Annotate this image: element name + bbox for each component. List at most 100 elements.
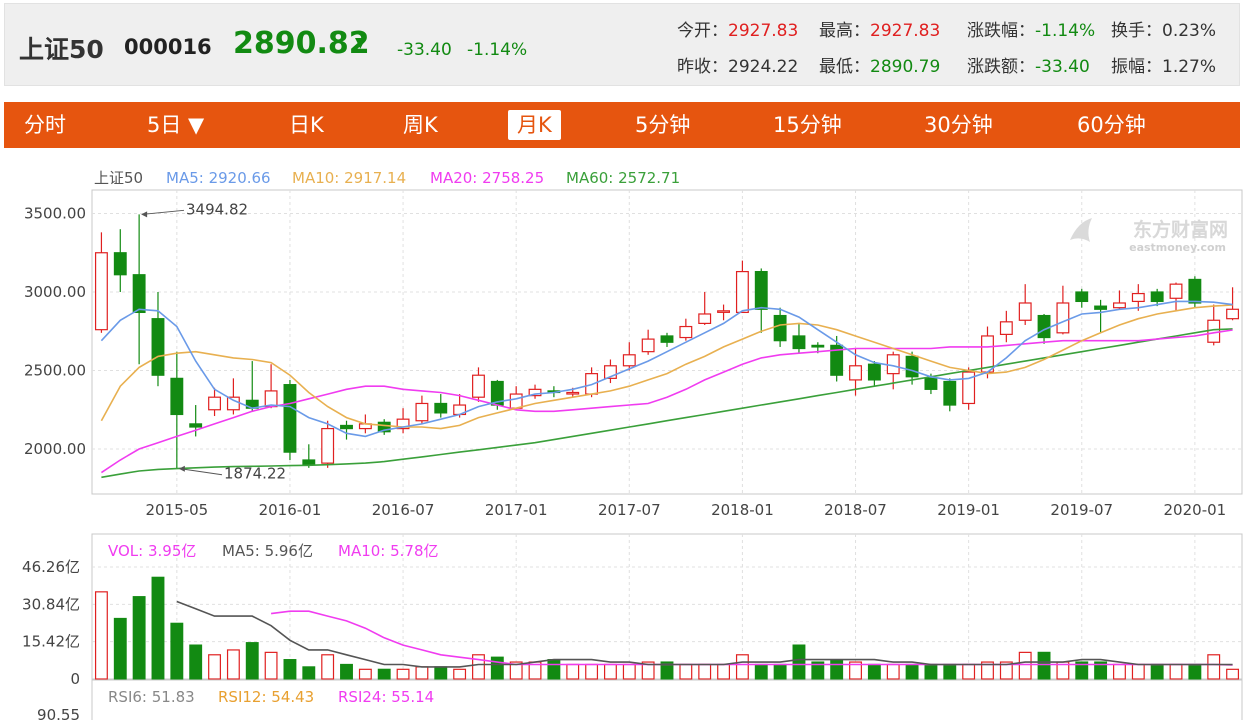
price-legend-item: 上证50	[94, 169, 143, 187]
price-legend-item: MA20: 2758.25	[430, 169, 544, 187]
volume-tick-label: 30.84亿	[22, 595, 80, 613]
candle-body	[189, 423, 203, 428]
candle-body	[509, 393, 523, 409]
candle-body	[1226, 308, 1240, 320]
candle-body	[1094, 305, 1108, 310]
volume-bar	[132, 596, 146, 680]
candle-body	[321, 427, 335, 464]
volume-bar	[94, 591, 108, 680]
volume-bar	[905, 663, 919, 680]
date-tick-label: 2017-07	[598, 501, 661, 519]
candle-body	[717, 310, 731, 313]
watermark-logo-text: 东方财富网	[1133, 218, 1228, 241]
volume-bar	[717, 663, 731, 680]
volume-bar	[453, 668, 467, 680]
candle-body	[415, 402, 429, 422]
kline-chart: 3500.00 3000.00 2500.00 2000.00 2015-05 2016-…	[22, 169, 1243, 720]
volume-bar	[679, 663, 693, 680]
candle-body	[566, 391, 580, 395]
candle-body	[849, 365, 862, 381]
candle-body	[735, 270, 749, 314]
volume-bar	[490, 656, 504, 680]
volume-bar	[754, 663, 768, 680]
volume-bar	[1169, 663, 1183, 680]
candle-body	[1188, 278, 1202, 304]
candle-body	[1150, 291, 1164, 303]
candle-body	[792, 335, 806, 350]
volume-legend-item: MA10: 5.78亿	[338, 542, 439, 560]
volume-bar	[321, 654, 335, 680]
volume-bar	[377, 668, 391, 680]
candle-body	[999, 321, 1013, 335]
volume-bar	[1150, 663, 1164, 680]
candle-body	[132, 274, 146, 314]
price-legend-item: MA10: 2917.14	[292, 169, 406, 187]
candle-body	[1207, 319, 1221, 343]
volume-bar	[867, 663, 881, 680]
volume-bar	[830, 659, 844, 680]
low-annotation-label: 1874.22	[224, 465, 286, 483]
rsi-legend-item: RSI6: 51.83	[108, 688, 195, 706]
candle-body	[886, 354, 900, 375]
volume-bar	[585, 663, 599, 680]
price-tick-label: 3000.00	[24, 283, 86, 301]
high-annotation-label: 3494.82	[186, 200, 248, 218]
volume-bar	[622, 663, 636, 680]
candle-body	[1075, 291, 1089, 303]
volume-bar	[566, 663, 580, 680]
volume-bar	[962, 663, 976, 680]
candle-body	[905, 355, 919, 378]
volume-bar	[943, 663, 957, 680]
volume-bar	[603, 663, 617, 680]
volume-bar	[170, 622, 184, 680]
volume-bar	[1018, 651, 1032, 680]
volume-bar	[924, 663, 938, 680]
volume-bar	[547, 659, 561, 680]
volume-bar	[1226, 668, 1240, 680]
date-tick-label: 2018-01	[711, 501, 774, 519]
candle-body	[641, 338, 655, 353]
candle-body	[773, 314, 787, 342]
volume-bar	[886, 663, 900, 680]
volume-bar	[415, 666, 429, 680]
volume-bar	[264, 651, 278, 680]
candle-body	[679, 325, 693, 339]
candle-body	[622, 354, 636, 367]
candle-body	[340, 424, 353, 430]
volume-bar	[340, 663, 353, 680]
date-tick-label: 2019-01	[937, 501, 1000, 519]
date-tick-label: 2015-05	[145, 501, 208, 519]
volume-bar	[189, 644, 203, 680]
volume-tick-label: 46.26亿	[22, 558, 80, 576]
date-tick-label: 2017-01	[485, 501, 548, 519]
candle-body	[698, 313, 712, 325]
price-tick-label: 3500.00	[24, 205, 86, 223]
date-tick-label: 2018-07	[824, 501, 887, 519]
volume-bar	[396, 668, 410, 680]
date-tick-label: 2016-01	[259, 501, 322, 519]
candle-body	[1169, 283, 1183, 299]
volume-bar	[735, 654, 749, 680]
candle-body	[1113, 302, 1126, 309]
candle-body	[226, 396, 240, 411]
candle-body	[434, 402, 448, 414]
candle-body	[1037, 314, 1051, 339]
volume-bar	[245, 642, 259, 680]
volume-bar	[1131, 663, 1145, 680]
candle-body	[283, 384, 297, 453]
candle-body	[943, 380, 957, 406]
price-legend-item: MA5: 2920.66	[166, 169, 271, 187]
volume-tick-label: 15.42亿	[22, 633, 80, 651]
candle-body	[1131, 292, 1145, 303]
rsi-tick-label: 90.55	[37, 706, 80, 720]
candle-body	[151, 318, 165, 376]
date-tick-label: 2016-07	[372, 501, 435, 519]
candle-body	[94, 252, 108, 331]
volume-bar	[698, 663, 712, 680]
price-tick-label: 2500.00	[24, 362, 86, 380]
volume-bar	[792, 644, 806, 680]
volume-bar	[302, 666, 316, 680]
price-tick-label: 2000.00	[24, 440, 86, 458]
volume-bar	[358, 668, 372, 680]
volume-bar	[1188, 663, 1202, 680]
